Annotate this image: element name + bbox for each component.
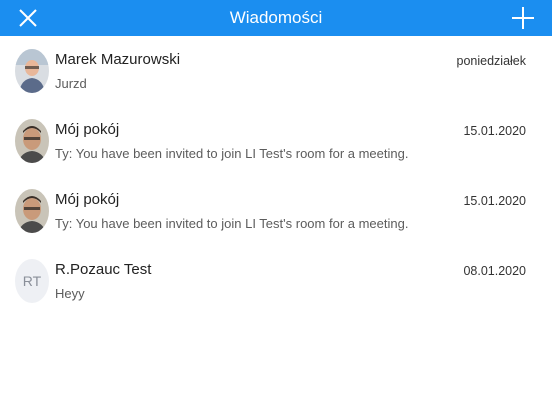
conversation-date: 08.01.2020: [463, 264, 526, 278]
plus-icon: [512, 7, 534, 29]
conversation-list: Marek Mazurowski Jurzd poniedziałek Mój …: [0, 36, 552, 316]
conversation-date: 15.01.2020: [463, 194, 526, 208]
conversation-row[interactable]: RT R.Pozauc Test Heyy 08.01.2020: [0, 246, 552, 316]
conversation-name: R.Pozauc Test: [55, 261, 152, 278]
user-photo-icon: [15, 189, 49, 233]
conversation-preview: Ty: You have been invited to join LI Tes…: [55, 146, 409, 161]
close-button[interactable]: [16, 6, 40, 30]
conversation-preview: Heyy: [55, 286, 85, 301]
new-message-button[interactable]: [510, 5, 536, 31]
conversation-date: poniedziałek: [456, 54, 527, 68]
conversation-name: Marek Mazurowski: [55, 51, 181, 68]
conversation-row[interactable]: Marek Mazurowski Jurzd poniedziałek: [0, 36, 552, 106]
user-photo-icon: [15, 119, 49, 163]
user-photo-icon: [15, 49, 49, 93]
close-icon: [19, 9, 37, 27]
avatar: [15, 189, 49, 233]
avatar-initials: RT: [15, 259, 49, 303]
conversation-preview: Ty: You have been invited to join LI Tes…: [55, 216, 409, 231]
conversation-name: Mój pokój: [55, 121, 120, 138]
conversation-preview: Jurzd: [55, 76, 87, 91]
avatar: [15, 119, 49, 163]
conversation-row[interactable]: Mój pokój Ty: You have been invited to j…: [0, 106, 552, 176]
conversation-name: Mój pokój: [55, 191, 120, 208]
page-title: Wiadomości: [229, 8, 323, 27]
avatar: [15, 49, 49, 93]
conversation-date: 15.01.2020: [463, 124, 526, 138]
conversation-row[interactable]: Mój pokój Ty: You have been invited to j…: [0, 176, 552, 246]
top-bar: Wiadomości: [0, 0, 552, 36]
